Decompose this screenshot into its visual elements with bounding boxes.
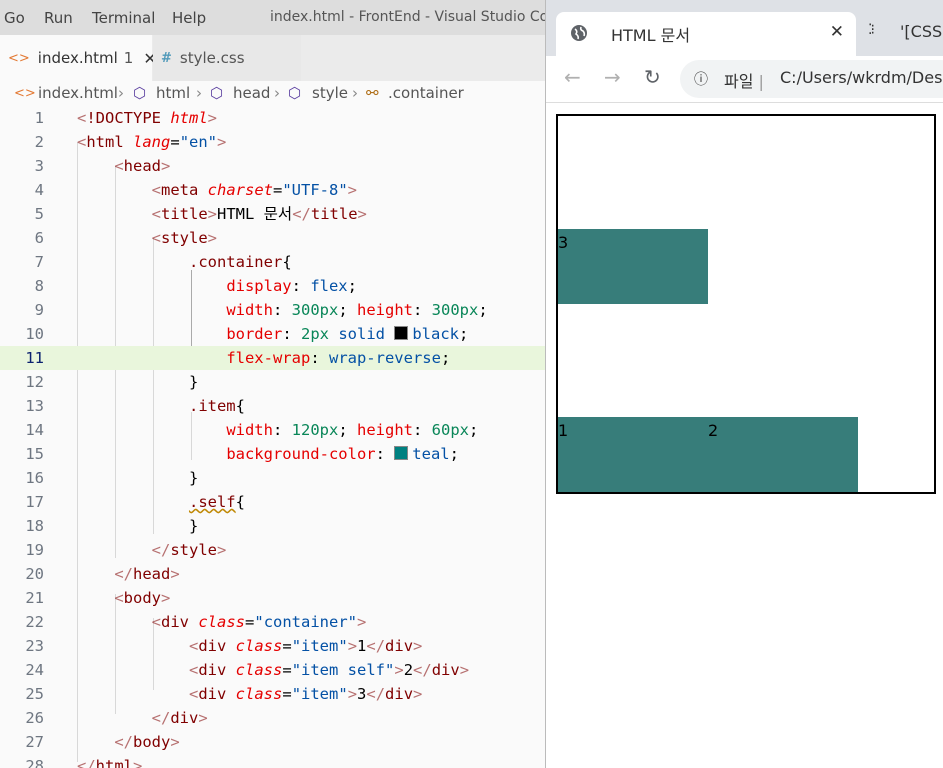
menu-help[interactable]: Help <box>172 9 206 27</box>
code-line: 17 .self{ <box>25 493 245 511</box>
chevron-right-icon: › <box>118 84 124 102</box>
browser-tab-active[interactable]: HTML 문서 ✕ <box>556 12 856 56</box>
breadcrumb-item-file[interactable]: index.html <box>38 84 118 102</box>
code-line: 22 <div class="container"> <box>25 613 367 631</box>
code-line: 28 </html> <box>25 757 143 768</box>
code-line: 18 } <box>25 517 199 535</box>
cube-icon: ⬡ <box>133 84 147 102</box>
vscode-window: Go Run Terminal Help index.html - FrontE… <box>0 0 545 768</box>
code-line: 2 <html lang="en"> <box>34 133 227 151</box>
breadcrumb-item-html[interactable]: html <box>156 84 190 102</box>
code-line: 23 <div class="item">1</div> <box>25 637 423 655</box>
code-line: 9 width: 300px; height: 300px; <box>34 301 488 319</box>
code-line: 3 <head> <box>34 157 171 175</box>
menu-go[interactable]: Go <box>4 9 25 27</box>
menu-run[interactable]: Run <box>44 9 73 27</box>
browser-window: HTML 문서 ✕ ⁚⁝ '[CSS] ← → ↻ ⓘ 파일 | C:/User… <box>545 0 943 768</box>
problem-count-badge: 1 <box>123 49 134 67</box>
breadcrumb-item-head[interactable]: head <box>233 84 270 102</box>
browser-tab-title: '[CSS] <box>900 22 943 41</box>
cube-icon: ⬡ <box>288 84 302 102</box>
chevron-right-icon: › <box>196 84 202 102</box>
code-line: 25 <div class="item">3</div> <box>25 685 423 703</box>
code-line: 20 </head> <box>25 565 180 583</box>
flex-container: 1 2 3 <box>556 114 936 494</box>
address-scheme: 파일 | <box>724 72 764 91</box>
code-line: 1 <!DOCTYPE html> <box>34 109 218 127</box>
flex-item-3: 3 <box>558 229 708 304</box>
address-bar[interactable]: ⓘ 파일 | C:/Users/wkrdm/Desk <box>680 60 943 98</box>
color-swatch[interactable] <box>394 446 409 460</box>
address-url: C:/Users/wkrdm/Desk <box>780 68 943 87</box>
code-line: 4 <meta charset="UTF-8"> <box>34 181 358 199</box>
tab-index-html[interactable]: <> index.html 1 ✕ <box>0 35 157 81</box>
menu-bar: Go Run Terminal Help index.html - FrontE… <box>0 0 545 35</box>
code-editor[interactable]: 1 <!DOCTYPE html> 2 <html lang="en"> 3 <he… <box>0 106 545 768</box>
breadcrumb-item-selector[interactable]: .container <box>388 84 464 102</box>
code-line: 27 </body> <box>25 733 180 751</box>
code-line: 14 width: 120px; height: 60px; <box>25 421 479 439</box>
info-icon[interactable]: ⓘ <box>694 69 708 89</box>
globe-icon <box>570 24 588 46</box>
code-line: 13 .item{ <box>25 397 245 415</box>
back-arrow-icon[interactable]: ← <box>564 65 581 89</box>
flex-item-1: 1 <box>558 417 708 492</box>
code-line: 12 } <box>25 373 199 391</box>
code-line: 21 <body> <box>25 589 171 607</box>
reload-icon[interactable]: ↻ <box>644 65 661 89</box>
code-line: 8 display: flex; <box>34 277 357 295</box>
code-line: 26 </div> <box>25 709 208 727</box>
css-file-icon: # <box>161 50 172 66</box>
code-line: 15 background-color: teal; <box>25 445 459 463</box>
tab-style-css[interactable]: # style.css <box>153 35 301 81</box>
window-title: index.html - FrontEnd - Visual Studio Co… <box>270 9 545 25</box>
tab-label: style.css <box>179 49 245 67</box>
page-viewport: 1 2 3 <box>546 103 943 768</box>
code-line: 19 </style> <box>25 541 227 559</box>
flex-item-2: 2 <box>708 417 858 492</box>
tab-label: index.html <box>37 49 118 67</box>
chevron-right-icon: › <box>352 84 358 102</box>
chevron-right-icon: › <box>274 84 280 102</box>
forward-arrow-icon[interactable]: → <box>604 65 621 89</box>
html-file-icon: <> <box>8 50 30 66</box>
menu-terminal[interactable]: Terminal <box>92 9 155 27</box>
browser-tab-inactive[interactable]: ⁚⁝ '[CSS] <box>864 12 943 56</box>
code-line: 5 <title>HTML 문서</title> <box>34 205 367 223</box>
code-line: 6 <style> <box>34 229 218 247</box>
code-line: 16 } <box>25 469 199 487</box>
color-swatch[interactable] <box>394 326 409 340</box>
browser-toolbar: ← → ↻ ⓘ 파일 | C:/Users/wkrdm/Desk <box>546 56 943 103</box>
code-line: 7 .container{ <box>34 253 292 271</box>
code-line: 24 <div class="item self">2</div> <box>25 661 470 679</box>
code-line: 10 border: 2px solid black; <box>25 325 469 343</box>
breadcrumb: <> index.html › ⬡ html › ⬡ head › ⬡ styl… <box>0 82 545 106</box>
browser-tab-title: HTML 문서 <box>611 26 691 45</box>
editor-tabs: <> index.html 1 ✕ # style.css <box>0 35 545 81</box>
code-line-active: 11 flex-wrap: wrap-reverse; <box>0 346 545 370</box>
cube-icon: ⬡ <box>210 84 224 102</box>
selector-icon: ⚯ <box>366 84 379 102</box>
browser-tab-strip: HTML 문서 ✕ ⁚⁝ '[CSS] <box>546 0 943 56</box>
html-file-icon: <> <box>14 86 36 101</box>
close-icon[interactable]: ✕ <box>830 22 844 42</box>
breadcrumb-item-style[interactable]: style <box>312 84 348 102</box>
dots-icon: ⁚⁝ <box>868 22 875 38</box>
